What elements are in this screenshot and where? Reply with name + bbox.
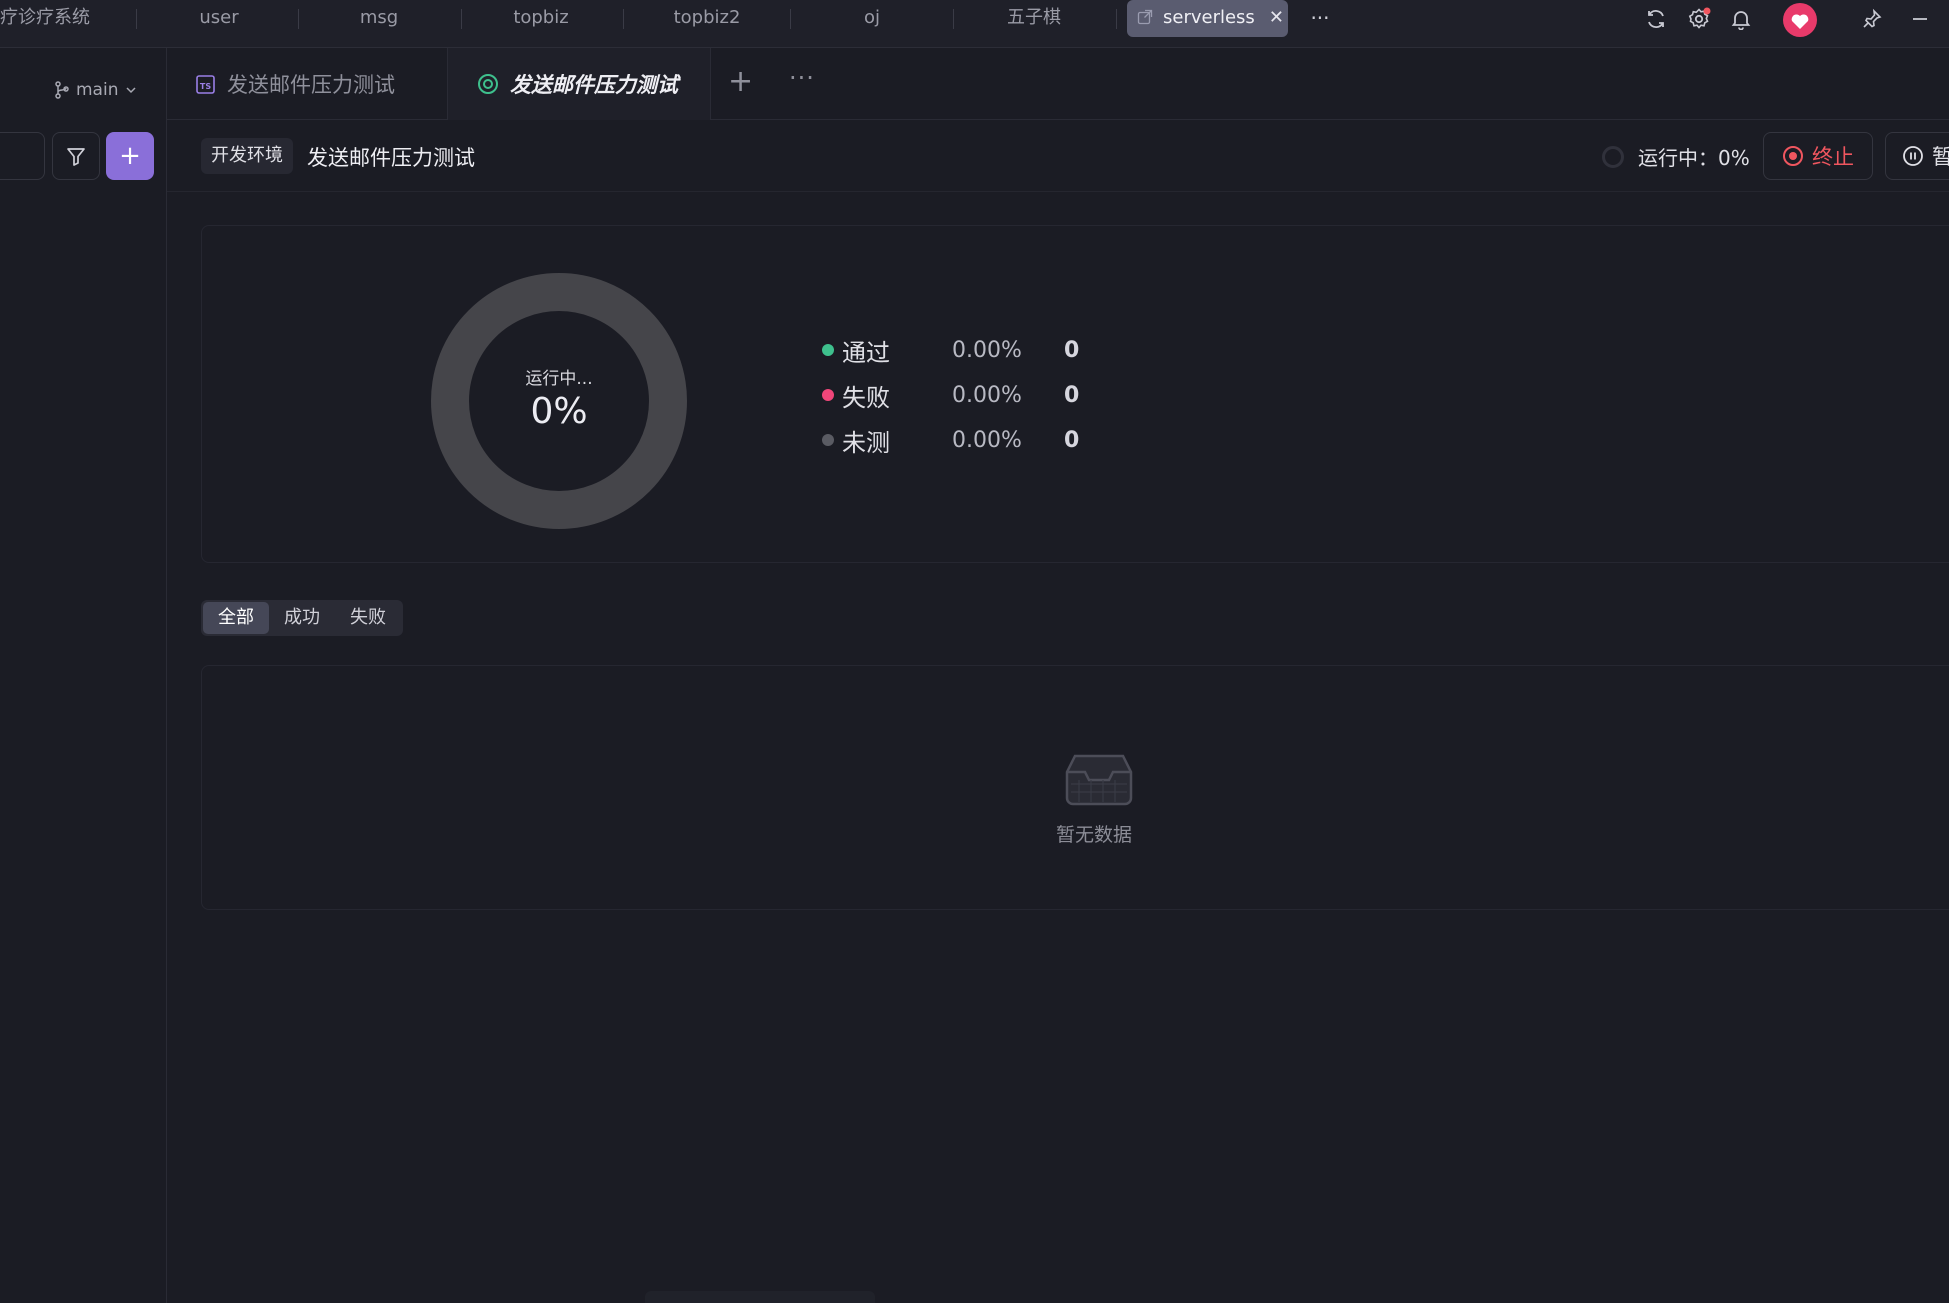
pause-button[interactable]: 暂 — [1885, 132, 1949, 180]
branch-icon — [55, 81, 69, 99]
environment-badge[interactable]: 开发环境 — [201, 138, 293, 174]
project-tab[interactable]: user — [160, 0, 278, 36]
project-tab[interactable]: topbiz2 — [646, 0, 768, 36]
tab-divider — [623, 9, 624, 29]
tab-more-button[interactable]: ··· — [789, 64, 815, 92]
branch-name: main — [76, 80, 119, 100]
tab-divider — [298, 9, 299, 29]
legend-count: 0 — [1064, 382, 1080, 408]
legend-percent: 0.00% — [952, 337, 1022, 363]
legend-percent: 0.00% — [952, 382, 1022, 408]
project-tab[interactable]: topbiz — [482, 0, 600, 36]
stop-label: 终止 — [1812, 145, 1854, 169]
add-button[interactable]: + — [106, 132, 154, 180]
avatar[interactable] — [1781, 2, 1819, 38]
more-tabs-button[interactable]: ··· — [1300, 0, 1340, 36]
external-window-icon — [1137, 9, 1153, 25]
settings-icon[interactable] — [1684, 4, 1714, 34]
run-status: 运行中：0% — [1602, 142, 1750, 171]
run-status-text: 运行中：0% — [1638, 146, 1750, 170]
project-tab[interactable]: 疗诊疗系统 — [0, 0, 90, 36]
legend-percent: 0.00% — [952, 427, 1022, 453]
pass-dot-icon — [822, 344, 834, 356]
filter-failed[interactable]: 失败 — [335, 602, 401, 634]
pin-icon[interactable] — [1857, 4, 1887, 34]
bell-icon[interactable] — [1726, 4, 1756, 34]
doc-tab-label: 发送邮件压力测试 — [227, 73, 395, 97]
tab-divider — [953, 9, 954, 29]
project-tab[interactable]: msg — [320, 0, 438, 36]
empty-state: 暂无数据 — [1054, 746, 1144, 847]
svg-text:TS: TS — [200, 82, 211, 91]
project-tab-active[interactable]: serverless ✕ — [1127, 0, 1288, 37]
results-panel: 暂无数据 — [201, 665, 1949, 910]
tab-divider — [1116, 9, 1117, 29]
donut-state: 运行中... — [525, 369, 593, 389]
refresh-icon[interactable] — [1641, 4, 1671, 34]
ts-file-icon: TS — [196, 75, 215, 94]
stop-button[interactable]: 终止 — [1763, 132, 1873, 180]
branch-selector[interactable]: main — [55, 80, 137, 100]
fail-dot-icon — [822, 389, 834, 401]
doc-tab-active[interactable]: 发送邮件压力测试 — [447, 48, 711, 120]
runner-header: 开发环境 发送邮件压力测试 运行中：0% 终止 暂 — [167, 120, 1949, 192]
project-tab-bar: 疗诊疗系统 user msg topbiz topbiz2 oj 五子棋 ser… — [0, 0, 1949, 48]
legend-name: 通过 — [842, 338, 890, 367]
doc-tab[interactable]: TS 发送邮件压力测试 — [167, 48, 447, 120]
chevron-down-icon — [126, 87, 137, 94]
legend-row-untested: 未测 0.00% 0 — [822, 424, 1080, 457]
editor-tab-bar: TS 发送邮件压力测试 发送邮件压力测试 + ··· — [167, 48, 1949, 120]
donut-center: 运行中... 0% — [475, 364, 643, 432]
filter-button[interactable] — [52, 132, 100, 180]
stop-icon — [1783, 146, 1803, 166]
legend-row-fail: 失败 0.00% 0 — [822, 379, 1080, 412]
legend-name: 失败 — [842, 383, 890, 412]
new-tab-button[interactable]: + — [728, 64, 753, 99]
filter-all[interactable]: 全部 — [203, 602, 269, 634]
pause-icon — [1903, 146, 1923, 166]
legend-count: 0 — [1064, 427, 1080, 453]
doc-tab-label: 发送邮件压力测试 — [510, 73, 678, 97]
scroll-hint — [645, 1291, 875, 1303]
sidebar: main + — [0, 48, 167, 1303]
project-tab[interactable]: oj — [812, 0, 932, 36]
tab-divider — [790, 9, 791, 29]
empty-text: 暂无数据 — [1055, 824, 1132, 846]
filter-icon — [67, 148, 85, 166]
project-tab-label: serverless — [1163, 7, 1255, 28]
progress-ring-icon — [1602, 145, 1624, 168]
close-icon[interactable]: ✕ — [1269, 7, 1284, 28]
result-filter: 全部 成功 失败 — [201, 600, 403, 636]
summary-card: 运行中... 0% 通过 0.00% 0 失败 0.00% 0 未测 0.00%… — [201, 225, 1949, 563]
empty-box-icon — [1065, 754, 1133, 806]
minimize-icon[interactable] — [1905, 4, 1935, 34]
page-title: 发送邮件压力测试 — [307, 146, 475, 170]
tab-divider — [136, 9, 137, 29]
legend-count: 0 — [1064, 337, 1080, 363]
project-tab[interactable]: 五子棋 — [975, 0, 1093, 36]
donut-percent: 0% — [530, 391, 588, 432]
filter-success[interactable]: 成功 — [269, 602, 335, 634]
legend-name: 未测 — [842, 428, 890, 457]
tab-divider — [461, 9, 462, 29]
legend-row-pass: 通过 0.00% 0 — [822, 334, 1080, 367]
pause-label: 暂 — [1932, 145, 1949, 169]
test-run-icon — [478, 74, 498, 94]
untested-dot-icon — [822, 434, 834, 446]
search-input[interactable] — [0, 132, 45, 180]
